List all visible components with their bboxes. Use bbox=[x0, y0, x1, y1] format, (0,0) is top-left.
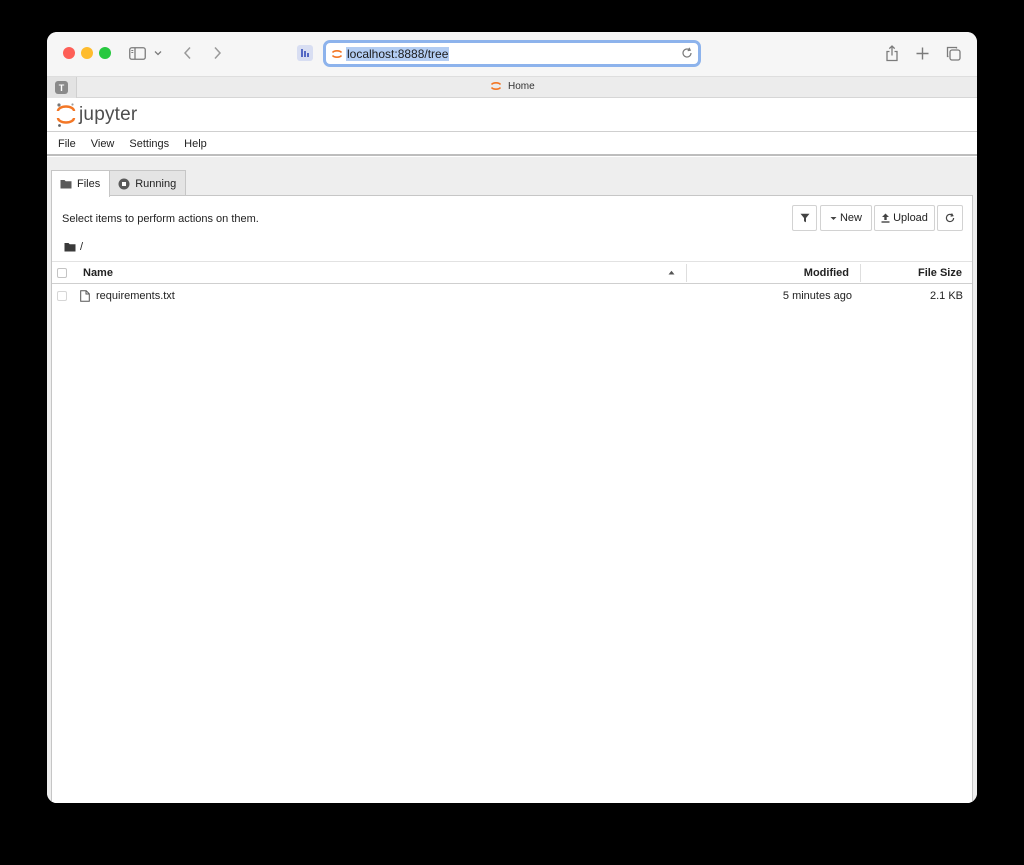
minimize-window-button[interactable] bbox=[81, 47, 93, 59]
chevron-down-icon[interactable] bbox=[153, 44, 163, 62]
file-browser-panel: Select items to perform actions on them.… bbox=[51, 195, 973, 803]
file-list-header: Name Modified File Size bbox=[52, 261, 972, 284]
jupyter-favicon-icon bbox=[490, 80, 502, 92]
menu-settings[interactable]: Settings bbox=[129, 138, 169, 150]
file-row[interactable]: requirements.txt 5 minutes ago 2.1 KB bbox=[52, 285, 972, 306]
zoom-window-button[interactable] bbox=[99, 47, 111, 59]
file-row-checkbox[interactable] bbox=[57, 285, 67, 306]
close-window-button[interactable] bbox=[63, 47, 75, 59]
main-area: Files Running Select items to perform ac… bbox=[47, 157, 977, 803]
reload-icon[interactable] bbox=[681, 47, 693, 62]
address-url: localhost:8888/tree bbox=[346, 46, 450, 61]
jupyter-logo-text: jupyter bbox=[79, 104, 138, 125]
file-size: 2.1 KB bbox=[929, 289, 963, 302]
caret-down-icon bbox=[830, 216, 837, 221]
jupyter-logo[interactable]: jupyter bbox=[56, 102, 137, 128]
menu-file[interactable]: File bbox=[58, 138, 76, 150]
filter-icon bbox=[800, 213, 810, 223]
new-button[interactable]: New bbox=[820, 205, 872, 231]
tab-running[interactable]: Running bbox=[109, 170, 187, 196]
file-name: requirements.txt bbox=[96, 289, 175, 302]
column-size-label: File Size bbox=[917, 267, 962, 279]
jupyter-logo-icon bbox=[56, 103, 76, 127]
file-browser-tabs: Files Running bbox=[51, 170, 187, 197]
upload-button-label: Upload bbox=[893, 212, 928, 224]
breadcrumb-path[interactable]: / bbox=[80, 241, 83, 253]
refresh-icon bbox=[945, 213, 955, 223]
filter-button[interactable] bbox=[792, 205, 817, 231]
file-modified: 5 minutes ago bbox=[782, 289, 852, 302]
menu-bar: File View Settings Help bbox=[47, 133, 977, 156]
jupyter-favicon-icon bbox=[331, 48, 343, 60]
menu-view[interactable]: View bbox=[91, 138, 115, 150]
pinned-tab[interactable]: T bbox=[47, 77, 77, 98]
selection-hint: Select items to perform actions on them. bbox=[62, 213, 259, 225]
new-button-label: New bbox=[839, 212, 862, 224]
jupyter-header: jupyter bbox=[47, 99, 977, 132]
sort-ascending-icon bbox=[668, 270, 675, 275]
tab-files[interactable]: Files bbox=[51, 170, 111, 197]
browser-window: localhost:8888/tree T Home jupyter File … bbox=[47, 32, 977, 803]
file-icon bbox=[80, 289, 90, 302]
checkbox-box bbox=[57, 268, 67, 278]
upload-icon bbox=[881, 213, 890, 223]
sidebar-toggle-icon[interactable] bbox=[127, 44, 147, 62]
tab-files-label: Files bbox=[77, 178, 101, 190]
browser-tab-bar: T Home bbox=[47, 76, 977, 98]
select-all-checkbox[interactable] bbox=[57, 262, 67, 284]
file-name-cell[interactable]: requirements.txt bbox=[80, 285, 175, 306]
breadcrumb-folder-icon[interactable] bbox=[64, 242, 76, 252]
pinned-tab-letter: T bbox=[55, 81, 68, 94]
column-modified-label: Modified bbox=[803, 267, 849, 279]
address-bar[interactable]: localhost:8888/tree bbox=[323, 40, 701, 67]
tab-overview-icon[interactable] bbox=[945, 44, 962, 62]
active-browser-tab[interactable]: Home bbox=[490, 80, 535, 92]
column-name-label: Name bbox=[83, 267, 113, 279]
browser-tab-title: Home bbox=[508, 80, 535, 92]
breadcrumb: / bbox=[64, 241, 83, 253]
refresh-button[interactable] bbox=[937, 205, 963, 231]
tab-running-label: Running bbox=[135, 177, 177, 190]
upload-button[interactable]: Upload bbox=[874, 205, 935, 231]
extension-icon[interactable] bbox=[297, 45, 313, 61]
column-modified[interactable]: Modified bbox=[687, 262, 849, 284]
column-name[interactable]: Name bbox=[83, 262, 675, 284]
stop-circle-icon bbox=[118, 178, 130, 190]
checkbox-box bbox=[57, 290, 67, 301]
share-icon[interactable] bbox=[884, 44, 900, 62]
menu-help[interactable]: Help bbox=[184, 138, 207, 150]
back-icon[interactable] bbox=[180, 44, 194, 62]
folder-icon bbox=[60, 179, 72, 189]
column-size[interactable]: File Size bbox=[861, 262, 962, 284]
browser-toolbar: localhost:8888/tree bbox=[47, 32, 977, 76]
forward-icon[interactable] bbox=[210, 44, 224, 62]
new-tab-icon[interactable] bbox=[914, 44, 930, 62]
